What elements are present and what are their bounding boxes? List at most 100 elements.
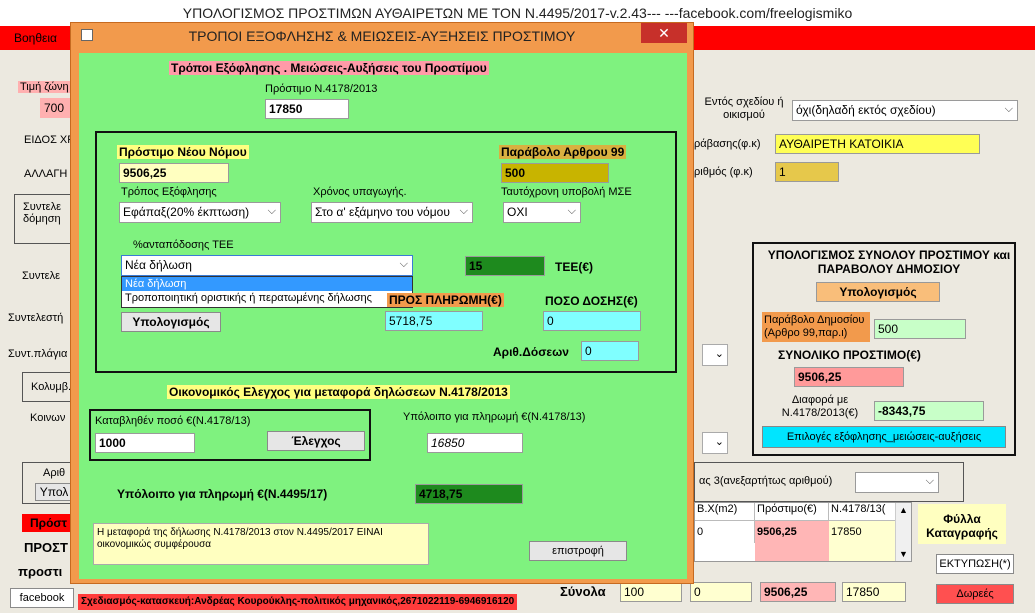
fylla-label: Φύλλα Καταγραφής [918,504,1006,544]
chevron-down-icon: ⌄ [714,348,724,360]
dose-field[interactable]: 0 [543,311,641,331]
dialog-title-bar: ΤΡΟΠΟΙ ΕΞΟΦΛΗΣΗΣ & ΜΕΙΩΣΕΙΣ-ΑΥΞΗΣΕΙΣ ΠΡΟ… [71,23,693,49]
check-button[interactable]: Έλεγχος [267,431,365,451]
syntel2-label: Συντελε [22,270,60,282]
syntel3-label: Συντελεστή [8,312,64,324]
tee-label: ΤΕΕ(€) [555,260,594,274]
dialog-body: Τρόποι Εξόφλησης . Μειώσεις-Αυξήσεις του… [79,53,687,579]
grid-header: Ν.4178/13( [829,503,895,521]
syntel-box: Συντελε δόμηση [14,194,72,244]
grid-cell[interactable]: 0 [695,521,755,543]
paravolo-field[interactable]: 500 [874,319,966,339]
aneks-label: ας 3(ανεξαρτήτως αριθμού) [699,475,833,487]
ypol-button[interactable]: Υπολ [35,483,73,501]
donations-button[interactable]: Δωρεές [936,584,1014,604]
remain-old-field[interactable]: 16850 [427,433,523,453]
close-icon[interactable]: ✕ [641,23,687,43]
bg-select-stub-2[interactable]: ⌄ [702,432,728,454]
paid-label: Καταβληθέν ποσό €(Ν.4178/13) [95,415,251,427]
grid-cell[interactable] [755,543,829,561]
payment-dialog: ΤΡΟΠΟΙ ΕΞΟΦΛΗΣΗΣ & ΜΕΙΩΣΕΙΣ-ΑΥΞΗΣΕΙΣ ΠΡΟ… [70,22,694,584]
synt-plagia-label: Συντ.πλάγια [8,348,68,360]
zone-price-field[interactable]: 700 [40,98,70,118]
grid-header: Β.Χ(m2) [695,503,755,521]
paravasi-label: ράβασης(φ.κ) [694,138,761,150]
grid-cell[interactable] [829,543,895,561]
paravolo-label: Παράβολο Δημοσίου (Αρθρο 99,παρ.ι) [762,312,870,342]
dropdown-option[interactable]: Νέα δήλωση [122,277,412,291]
new-fine-field[interactable]: 9506,25 [119,163,229,183]
doses-field[interactable]: 0 [581,341,639,361]
arithmos-field[interactable]: 1 [775,162,839,182]
total-field[interactable]: 9506,25 [794,367,904,387]
old-fine-label: Πρόστιμο Ν.4178/2013 [265,83,378,95]
facebook-button[interactable]: facebook [10,588,74,608]
chevron-down-icon: ▼ [899,549,908,559]
new-fine-label: Πρόστιμο Νέου Νόμου [117,145,249,159]
calc-panel-title: ΥΠΟΛΟΓΙΣΜΟΣ ΣΥΝΟΛΟΥ ΠΡΟΣΤΙΜΟΥ και ΠΑΡΑΒΟ… [767,248,1011,276]
mse-select[interactable]: ΟΧΙ [503,202,581,223]
paravolo-label: Παράβολο Αρθρου 99 [499,145,627,159]
arithmos-label: ριθμός (φ.κ) [694,166,753,178]
bg-select-stub-1[interactable]: ⌄ [702,344,728,366]
paravasi-field[interactable]: ΑΥΘΑΙΡΕΤΗ ΚΑΤΟΙΚΙΑ [775,134,980,154]
year-select[interactable]: Στο α' εξάμηνο του νόμου [311,202,473,223]
chevron-up-icon: ▲ [899,505,908,515]
doses-label: Αριθ.Δόσεων [493,345,569,359]
grid-cell[interactable]: 17850 [829,521,895,543]
dialog-title: ΤΡΟΠΟΙ ΕΞΟΦΛΗΣΗΣ & ΜΕΙΩΣΕΙΣ-ΑΥΞΗΣΕΙΣ ΠΡΟ… [188,28,576,44]
diafora-field[interactable]: -8343,75 [874,401,984,421]
tee-field[interactable]: 15 [465,256,545,276]
aneks-select[interactable] [855,472,939,493]
arith-box: Αριθ Υπολ [22,462,73,504]
tee-pct-label: %ανταπόδοσης ΤΕΕ [133,239,234,251]
payment-label: Τρόπος Εξόφλησης [121,186,217,198]
dose-label: ΠΟΣΟ ΔΟΣΗΣ(€) [545,294,638,308]
chevron-down-icon: ⌄ [714,436,724,448]
grid-header: Πρόστιμο(€) [755,503,829,521]
prost-small-label: προστι [18,564,63,579]
pay-amount-label: ΠΡΟΣ ΠΛΗΡΩΜΗ(€) [387,293,504,307]
calc-button[interactable]: Υπολογισμός [816,282,940,302]
synola-field[interactable]: 17850 [842,582,906,602]
diafora-label: Διαφορά με Ν.4178/2013(€) [781,394,859,419]
synola-field[interactable]: 9506,25 [760,582,836,602]
pay-amount-field[interactable]: 5718,75 [385,311,483,331]
remain-new-label: Υπόλοιπο για πληρωμή €(Ν.4495/17) [117,487,328,501]
menu-help[interactable]: Βοηθεια [14,31,57,45]
declaration-select[interactable]: Νέα δήλωση [121,255,413,276]
remain-new-field[interactable]: 4718,75 [415,484,523,504]
result-message: Η μεταφορά της δήλωσης Ν.4178/2013 στον … [93,523,429,565]
calc-button[interactable]: Υπολογισμός [121,312,221,332]
aneks-box: ας 3(ανεξαρτήτως αριθμού) [694,462,964,502]
calc-panel: ΥΠΟΛΟΓΙΣΜΟΣ ΣΥΝΟΛΟΥ ΠΡΟΣΤΙΜΟΥ και ΠΑΡΑΒΟ… [752,242,1016,456]
entos-select[interactable]: όχι(δηλαδή εκτός σχεδίου) [792,100,1018,121]
grid-cell[interactable]: 9506,25 [755,521,829,543]
footer-credit: Σχεδιασμός-κατασκευή:Ανδρέας Κουρούκλης-… [78,594,518,610]
prost-big-label: ΠΡΟΣΤ [24,540,68,555]
synola-field[interactable]: 100 [620,582,682,602]
zone-price-label: Τιμή ζώνη [18,81,71,93]
kolymv-label: Κολυμβ. [31,381,72,393]
eidos-label: ΕΙΔΟΣ ΧΡ [24,134,75,146]
synola-label: Σύνολα [560,584,606,599]
grid-scrollbar[interactable]: ▲ ▼ [895,503,911,561]
koinoxr-label: Κοινων [30,412,66,424]
back-button[interactable]: επιστροφή [529,541,627,561]
print-button[interactable]: ΕΚΤΥΠΩΣΗ(*) [936,554,1014,574]
remain-old-label: Υπόλοιπο για πληρωμή €(Ν.4178/13) [403,411,586,423]
app-icon [81,29,93,41]
synola-field[interactable]: 0 [690,582,752,602]
paravolo-field[interactable]: 500 [501,163,609,183]
total-label: ΣΥΝΟΛΙΚΟ ΠΡΟΣΤΙΜΟ(€) [778,348,921,362]
paid-field[interactable]: 1000 [95,433,195,453]
window-title: ΥΠΟΛΟΓΙΣΜΟΣ ΠΡΟΣΤΙΜΩΝ ΑΥΘΑΙΡΕΤΩΝ ΜΕ ΤΟΝ … [182,5,853,21]
dropdown-option[interactable]: Τροποποιητική οριστικής ή περατωμένης δή… [122,291,412,305]
data-grid[interactable]: Β.Χ(m2) Πρόστιμο(€) Ν.4178/13( 0 9506,25… [694,502,912,562]
kolymv-box: Κολυμβ. [22,372,72,402]
old-fine-field[interactable]: 17850 [265,99,349,119]
options-button[interactable]: Επιλογές εξόφλησης_μειώσεις-αυξήσεις [762,426,1006,448]
payment-select[interactable]: Εφάπαξ(20% έκπτωση) [119,202,281,223]
year-label: Χρόνος υπαγωγής. [313,186,407,198]
dialog-header: Τρόποι Εξόφλησης . Μειώσεις-Αυξήσεις του… [169,61,489,75]
